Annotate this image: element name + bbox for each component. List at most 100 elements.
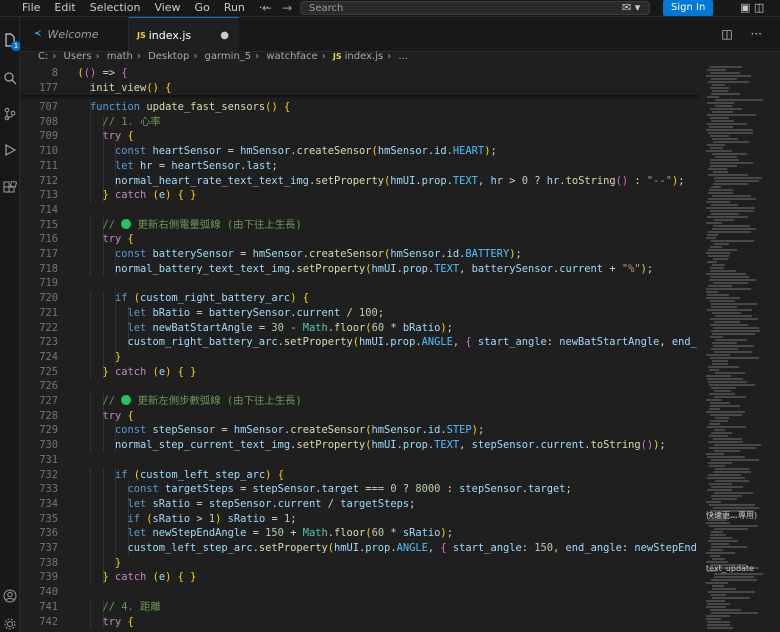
code-line[interactable]: 739} catch (e) { } (20, 570, 700, 586)
minimap-line (713, 171, 728, 173)
code-line[interactable]: 733 const targetSteps = stepSensor.target… (20, 482, 700, 497)
code-line[interactable]: 709 try { (20, 129, 700, 145)
code-line[interactable]: 738} (20, 555, 700, 571)
minimap-line (709, 423, 720, 425)
breadcrumb-symbol[interactable]: ... (398, 51, 408, 62)
code-line[interactable]: 708 // 1. 心率 (20, 114, 700, 130)
indent-guide (90, 261, 91, 277)
code-line[interactable]: 731 (20, 453, 700, 468)
toggle-panel-icon[interactable]: ▣ (740, 1, 750, 14)
code-editor[interactable]: 8 (() => {177 init_view() { 707 function upd… (20, 64, 700, 632)
menu-edit[interactable]: Edit (54, 0, 75, 16)
forward-arrow-icon[interactable]: → (282, 1, 292, 15)
minimap-line (708, 366, 739, 368)
customize-layout-icon[interactable]: ◫ (754, 1, 764, 14)
code-line[interactable]: 712 normal_heart_rate_text_text_img.setPr… (20, 173, 700, 189)
code-line[interactable]: 742 try { (20, 614, 700, 630)
line-number: 721 (39, 306, 58, 319)
minimap-line (715, 315, 752, 317)
code-line[interactable]: 717 const batterySensor = hmSensor.create… (20, 247, 700, 262)
breadcrumb-file[interactable]: index.js (345, 51, 384, 62)
minimap-line (712, 360, 728, 362)
line-number: 718 (39, 262, 58, 275)
tab-index-js[interactable]: JS index.js ● (129, 17, 239, 52)
minimap-line (710, 267, 724, 269)
code-line[interactable]: 711 let hr = heartSensor.last; (20, 158, 700, 174)
code-line[interactable]: 716 try { (20, 232, 700, 247)
code-line[interactable]: 736 let newStepEndAngle = 150 + Math.floo… (20, 526, 700, 541)
search-icon[interactable] (1, 69, 18, 86)
indent-guide (90, 173, 91, 189)
line-number: 733 (39, 483, 58, 496)
code-line[interactable]: 724} (20, 349, 700, 365)
line-number: 734 (39, 497, 58, 510)
code-line[interactable]: 741 // 4. 距離 (20, 599, 700, 615)
minimap[interactable]: 快速更…專用) text_update (700, 64, 780, 632)
breadcrumb-users[interactable]: Users (64, 51, 92, 62)
split-editor-icon[interactable]: ◫ (721, 27, 732, 41)
code-line[interactable]: 719 (20, 276, 700, 291)
code-line[interactable]: 737 custom_left_step_arc.setProperty(hmUI… (20, 541, 700, 556)
code-line[interactable]: 710 const heartSensor = hmSensor.createSe… (20, 144, 700, 159)
menu-run[interactable]: Run (224, 0, 245, 16)
settings-gear-icon[interactable] (1, 615, 18, 632)
minimap-line (706, 354, 730, 356)
minimap-line (712, 363, 728, 365)
menu-selection[interactable]: Selection (90, 0, 141, 16)
code-line[interactable]: 725} catch (e) { } (20, 364, 700, 380)
line-number: 714 (39, 203, 58, 216)
code-line[interactable]: 728 try { (20, 408, 700, 424)
minimap-line (712, 228, 756, 230)
code-line[interactable]: 721 let bRatio = batterySensor.current / … (20, 305, 700, 321)
code-line[interactable]: 735 if (sRatio > 1) sRatio = 1; (20, 511, 700, 527)
tab-welcome[interactable]: ≺ Welcome (26, 17, 129, 51)
code-line[interactable]: 730 normal_step_current_text_img.setPrope… (20, 438, 700, 453)
minimap-line (708, 81, 749, 83)
unsaved-dot-icon[interactable]: ● (220, 30, 229, 41)
minimap-line (715, 480, 749, 482)
breadcrumb-watchface[interactable]: watchface (266, 51, 317, 62)
menu-go[interactable]: Go (195, 0, 210, 16)
search-input[interactable]: Search (300, 1, 650, 15)
breadcrumb-math[interactable]: math (107, 51, 133, 62)
code-line[interactable]: 718 normal_battery_text_text_img.setPrope… (20, 261, 700, 277)
breadcrumb-drive[interactable]: C: (38, 51, 48, 62)
sticky-scroll-line[interactable]: 8 (() => { (20, 66, 700, 81)
line-number: 730 (39, 439, 58, 452)
back-arrow-icon[interactable]: ← (262, 1, 272, 15)
sign-in-button[interactable]: Sign In (663, 0, 714, 16)
minimap-line (707, 123, 747, 125)
code-line[interactable]: 732 if (custom_left_step_arc) { (20, 467, 700, 483)
code-line[interactable]: 723 custom_right_battery_arc.setProperty(… (20, 335, 700, 350)
source-control-icon[interactable] (1, 105, 18, 122)
chevron-right-icon: › (136, 51, 141, 62)
code-line[interactable]: 707 function update_fast_sensors() { (20, 100, 700, 115)
code-line[interactable]: 713} catch (e) { } (20, 188, 700, 203)
menu-file[interactable]: File (22, 0, 40, 16)
minimap-line (707, 426, 746, 428)
minimap-line (712, 111, 733, 113)
code-line[interactable]: 729 const stepSensor = hmSensor.createSen… (20, 423, 700, 439)
vertical-scrollbar[interactable] (773, 64, 780, 632)
code-line[interactable]: 740 (20, 585, 700, 600)
more-actions-icon[interactable]: ··· (751, 27, 762, 41)
minimap-line (711, 546, 747, 548)
minimap-line (708, 192, 733, 194)
code-line[interactable]: 715 // 更新右側電量弧線 (由下往上生長) (20, 217, 700, 233)
code-line[interactable]: 720 if (custom_right_battery_arc) { (20, 291, 700, 306)
explorer-icon[interactable]: 1 (1, 31, 21, 51)
account-icon[interactable] (1, 587, 18, 604)
code-line[interactable]: 726 (20, 379, 700, 394)
code-line[interactable]: 722 let newBatStartAngle = 30 - Math.floo… (20, 320, 700, 336)
code-line[interactable]: 714 (20, 203, 700, 218)
extensions-icon[interactable] (1, 179, 18, 196)
sticky-scroll-line[interactable]: 177 init_view() { (20, 80, 700, 96)
run-debug-icon[interactable] (1, 141, 18, 158)
breadcrumb-desktop[interactable]: Desktop (148, 51, 189, 62)
menu-view[interactable]: View (154, 0, 180, 16)
copilot-icon[interactable]: ✉ ▾ (622, 0, 640, 16)
code-line[interactable]: 727 // 更新左側步數弧線 (由下往上生長) (20, 394, 700, 409)
line-number: 736 (39, 527, 58, 540)
code-line[interactable]: 734 let sRatio = stepSensor.current / tar… (20, 496, 700, 512)
breadcrumb-garmin[interactable]: garmin_5 (205, 51, 252, 62)
